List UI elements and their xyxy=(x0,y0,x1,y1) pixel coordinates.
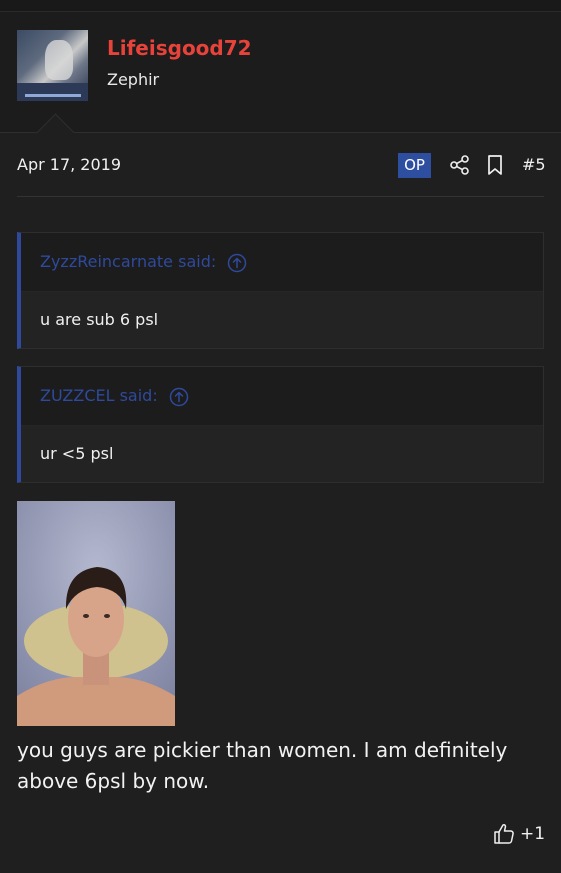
quote-attribution[interactable]: ZUZZCEL said: xyxy=(40,386,158,405)
bookmark-icon[interactable] xyxy=(485,154,505,176)
post-date[interactable]: Apr 17, 2019 xyxy=(17,155,121,174)
quote-attribution[interactable]: ZyzzReincarnate said: xyxy=(40,252,216,271)
quote-block: ZyzzReincarnate said: u are sub 6 psl xyxy=(17,232,544,349)
arrow-up-circle-icon[interactable] xyxy=(169,387,189,407)
user-title: Zephir xyxy=(107,70,160,89)
share-icon[interactable] xyxy=(449,154,471,176)
post-number-link[interactable]: #5 xyxy=(522,155,546,174)
avatar[interactable] xyxy=(17,30,88,101)
quote-text: u are sub 6 psl xyxy=(21,291,543,348)
post-photo[interactable] xyxy=(17,501,175,726)
quote-header[interactable]: ZUZZCEL said: xyxy=(21,367,543,425)
quote-text: ur <5 psl xyxy=(21,425,543,482)
header-divider xyxy=(17,196,544,197)
top-bar xyxy=(0,0,561,12)
thumbs-up-icon[interactable] xyxy=(492,822,516,846)
arrow-up-circle-icon[interactable] xyxy=(227,253,247,273)
quote-block: ZUZZCEL said: ur <5 psl xyxy=(17,366,544,483)
reaction-count[interactable]: +1 xyxy=(520,824,545,844)
user-block: Lifeisgood72 Zephir xyxy=(0,12,561,133)
quote-header[interactable]: ZyzzReincarnate said: xyxy=(21,233,543,291)
post-body: you guys are pickier than women. I am de… xyxy=(17,738,508,793)
op-badge: OP xyxy=(398,153,431,178)
username-link[interactable]: Lifeisgood72 xyxy=(107,36,252,60)
